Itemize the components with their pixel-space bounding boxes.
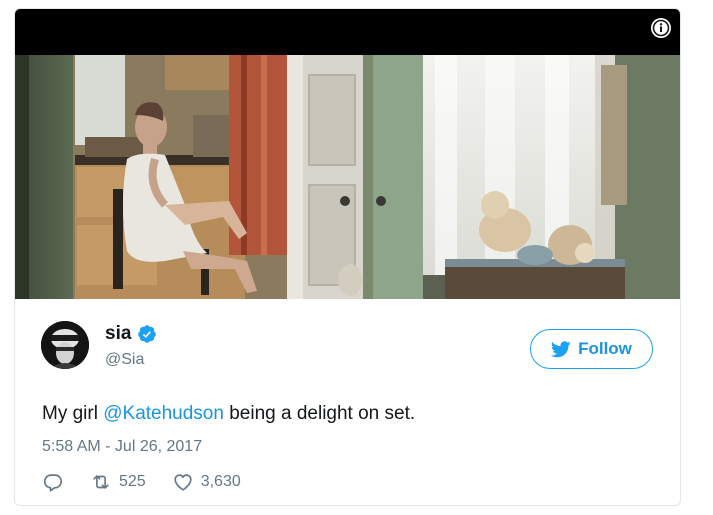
tweet-body: sia @Sia Follow My girl @Katehudson bein… <box>15 299 680 505</box>
video-player[interactable] <box>15 9 680 299</box>
author-handle[interactable]: @Sia <box>105 351 144 369</box>
tweet-text: My girl @Katehudson being a delight on s… <box>42 403 415 425</box>
avatar-image <box>41 321 89 369</box>
like-button[interactable]: 3,630 <box>172 471 241 493</box>
tweet-card: sia @Sia Follow My girl @Katehudson bein… <box>14 8 681 506</box>
follow-label: Follow <box>578 339 632 358</box>
avatar[interactable] <box>41 321 89 369</box>
reply-icon <box>43 474 63 492</box>
tweet-text-before: My girl <box>42 403 104 424</box>
like-count: 3,630 <box>200 473 241 490</box>
retweet-button[interactable]: 525 <box>90 471 146 493</box>
follow-button[interactable]: Follow <box>530 329 653 369</box>
tweet-text-after: being a delight on set. <box>223 403 416 424</box>
mention-link[interactable]: @Katehudson <box>103 403 224 424</box>
info-icon <box>651 18 671 38</box>
verified-badge-icon <box>138 325 157 343</box>
reply-button[interactable] <box>42 471 64 493</box>
heart-icon <box>174 474 192 491</box>
tweet-timestamp[interactable]: 5:58 AM - Jul 26, 2017 <box>42 438 202 456</box>
tweet-actions: 525 3,630 <box>42 469 267 495</box>
author-name-row[interactable]: sia <box>105 323 157 345</box>
video-frame[interactable] <box>15 55 680 299</box>
retweet-icon <box>93 475 109 489</box>
author-name[interactable]: sia <box>105 323 131 345</box>
info-button[interactable] <box>651 18 671 38</box>
retweet-count: 525 <box>119 473 146 490</box>
twitter-bird-icon <box>551 340 571 357</box>
